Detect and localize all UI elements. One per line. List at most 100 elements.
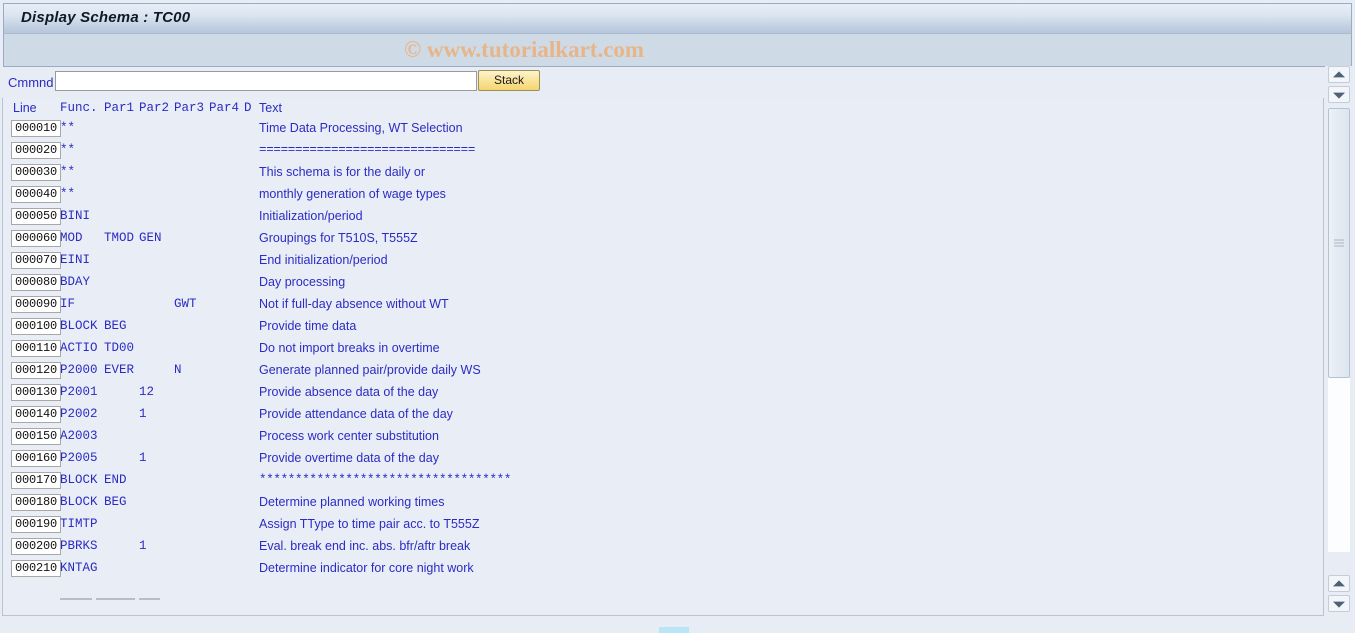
triangle-up-icon — [1333, 579, 1345, 586]
func-field[interactable]: P2001 — [60, 385, 98, 399]
scrollbar-thumb[interactable] — [1328, 108, 1350, 378]
line-number-field[interactable]: 000200 — [11, 538, 61, 555]
scroll-page-down-button[interactable] — [1328, 595, 1350, 612]
text-field[interactable]: Do not import breaks in overtime — [259, 341, 440, 355]
text-field[interactable]: Not if full-day absence without WT — [259, 297, 449, 311]
line-number-field[interactable]: 000150 — [11, 428, 61, 445]
command-row: Cmmnd Stack — [0, 70, 1325, 96]
text-field[interactable]: Initialization/period — [259, 209, 363, 223]
func-field[interactable]: BDAY — [60, 275, 90, 289]
par1-field[interactable]: EVER — [104, 363, 134, 377]
func-field[interactable]: ** — [60, 143, 75, 157]
line-number-field[interactable]: 000070 — [11, 252, 61, 269]
scroll-down-button[interactable] — [1328, 86, 1350, 103]
par2-field[interactable]: 1 — [139, 539, 147, 553]
text-field[interactable]: End initialization/period — [259, 253, 388, 267]
line-number-field[interactable]: 000180 — [11, 494, 61, 511]
line-number-field[interactable]: 000040 — [11, 186, 61, 203]
text-field[interactable]: Process work center substitution — [259, 429, 439, 443]
line-number-field[interactable]: 000170 — [11, 472, 61, 489]
text-field[interactable]: Determine indicator for core night work — [259, 561, 474, 575]
func-field[interactable]: BINI — [60, 209, 90, 223]
column-header-d: D — [244, 101, 252, 115]
par1-field[interactable]: END — [104, 473, 127, 487]
line-number-field[interactable]: 000020 — [11, 142, 61, 159]
line-number-field[interactable]: 000090 — [11, 296, 61, 313]
blank-underline-3[interactable] — [139, 598, 160, 600]
func-field[interactable]: BLOCK — [60, 473, 98, 487]
text-field[interactable]: Determine planned working times — [259, 495, 445, 509]
line-number-field[interactable]: 000050 — [11, 208, 61, 225]
triangle-up-icon — [1333, 70, 1345, 77]
par1-field[interactable]: TD00 — [104, 341, 134, 355]
scroll-page-up-button[interactable] — [1328, 575, 1350, 592]
line-number-field[interactable]: 000190 — [11, 516, 61, 533]
table-row: 000210 KNTAG Determine indicator for core … — [3, 560, 1323, 582]
table-row: 000010 ** Time Data Processing, WT Selecti… — [3, 120, 1323, 142]
text-field[interactable]: Assign TType to time pair acc. to T555Z — [259, 517, 479, 531]
text-field[interactable]: Generate planned pair/provide daily WS — [259, 363, 481, 377]
table-row: 000020 ** ============================== — [3, 142, 1323, 164]
column-header-func: Func. — [60, 101, 98, 115]
line-number-field[interactable]: 000030 — [11, 164, 61, 181]
par1-field[interactable]: BEG — [104, 495, 127, 509]
text-field[interactable]: ============================== — [259, 143, 477, 157]
line-number-field[interactable]: 000140 — [11, 406, 61, 423]
par2-field[interactable]: 12 — [139, 385, 154, 399]
table-row: 000160 P2005 1 Provide overtime data of the… — [3, 450, 1323, 472]
line-number-field[interactable]: 000060 — [11, 230, 61, 247]
line-number-field[interactable]: 000160 — [11, 450, 61, 467]
blank-underline-1[interactable] — [60, 598, 92, 600]
func-field[interactable]: ACTIO — [60, 341, 98, 355]
func-field[interactable]: IF — [60, 297, 75, 311]
text-field[interactable]: Groupings for T510S, T555Z — [259, 231, 418, 245]
line-number-field[interactable]: 000110 — [11, 340, 61, 357]
func-field[interactable]: PBRKS — [60, 539, 98, 553]
par3-field[interactable]: N — [174, 363, 182, 377]
text-field[interactable]: Day processing — [259, 275, 345, 289]
func-field[interactable]: KNTAG — [60, 561, 98, 575]
stack-button[interactable]: Stack — [478, 70, 540, 91]
func-field[interactable]: P2002 — [60, 407, 98, 421]
func-field[interactable]: BLOCK — [60, 319, 98, 333]
text-field[interactable]: Provide absence data of the day — [259, 385, 438, 399]
text-field[interactable]: *********************************** — [259, 473, 511, 487]
line-number-field[interactable]: 000210 — [11, 560, 61, 577]
table-row: 000180 BLOCK BEG Determine planned working … — [3, 494, 1323, 516]
text-field[interactable]: Provide overtime data of the day — [259, 451, 439, 465]
func-field[interactable]: EINI — [60, 253, 90, 267]
text-field[interactable]: Time Data Processing, WT Selection — [259, 121, 463, 135]
par1-field[interactable]: TMOD — [104, 231, 134, 245]
func-field[interactable]: ** — [60, 187, 75, 201]
line-number-field[interactable]: 000100 — [11, 318, 61, 335]
text-field[interactable]: This schema is for the daily or — [259, 165, 425, 179]
func-field[interactable]: ** — [60, 165, 75, 179]
func-field[interactable]: MOD — [60, 231, 83, 245]
table-row: 000120 P2000 EVER N Generate planned pair/pr… — [3, 362, 1323, 384]
scroll-up-button[interactable] — [1328, 66, 1350, 83]
line-number-field[interactable]: 000120 — [11, 362, 61, 379]
triangle-down-icon — [1333, 601, 1345, 608]
par2-field[interactable]: 1 — [139, 407, 147, 421]
line-number-field[interactable]: 000130 — [11, 384, 61, 401]
func-field[interactable]: P2005 — [60, 451, 98, 465]
line-number-field[interactable]: 000080 — [11, 274, 61, 291]
par3-field[interactable]: GWT — [174, 297, 197, 311]
func-field[interactable]: A2003 — [60, 429, 98, 443]
func-field[interactable]: TIMTP — [60, 517, 98, 531]
text-field[interactable]: monthly generation of wage types — [259, 187, 446, 201]
func-field[interactable]: ** — [60, 121, 75, 135]
text-field[interactable]: Provide attendance data of the day — [259, 407, 453, 421]
vertical-scrollbar[interactable] — [1325, 66, 1355, 616]
blank-underline-2[interactable] — [96, 598, 135, 600]
func-field[interactable]: P2000 — [60, 363, 98, 377]
par1-field[interactable]: BEG — [104, 319, 127, 333]
window-titlebar: Display Schema : TC00 — [3, 3, 1352, 34]
par2-field[interactable]: 1 — [139, 451, 147, 465]
command-input[interactable] — [55, 71, 477, 91]
par2-field[interactable]: GEN — [139, 231, 162, 245]
text-field[interactable]: Eval. break end inc. abs. bfr/aftr break — [259, 539, 470, 553]
text-field[interactable]: Provide time data — [259, 319, 356, 333]
func-field[interactable]: BLOCK — [60, 495, 98, 509]
line-number-field[interactable]: 000010 — [11, 120, 61, 137]
